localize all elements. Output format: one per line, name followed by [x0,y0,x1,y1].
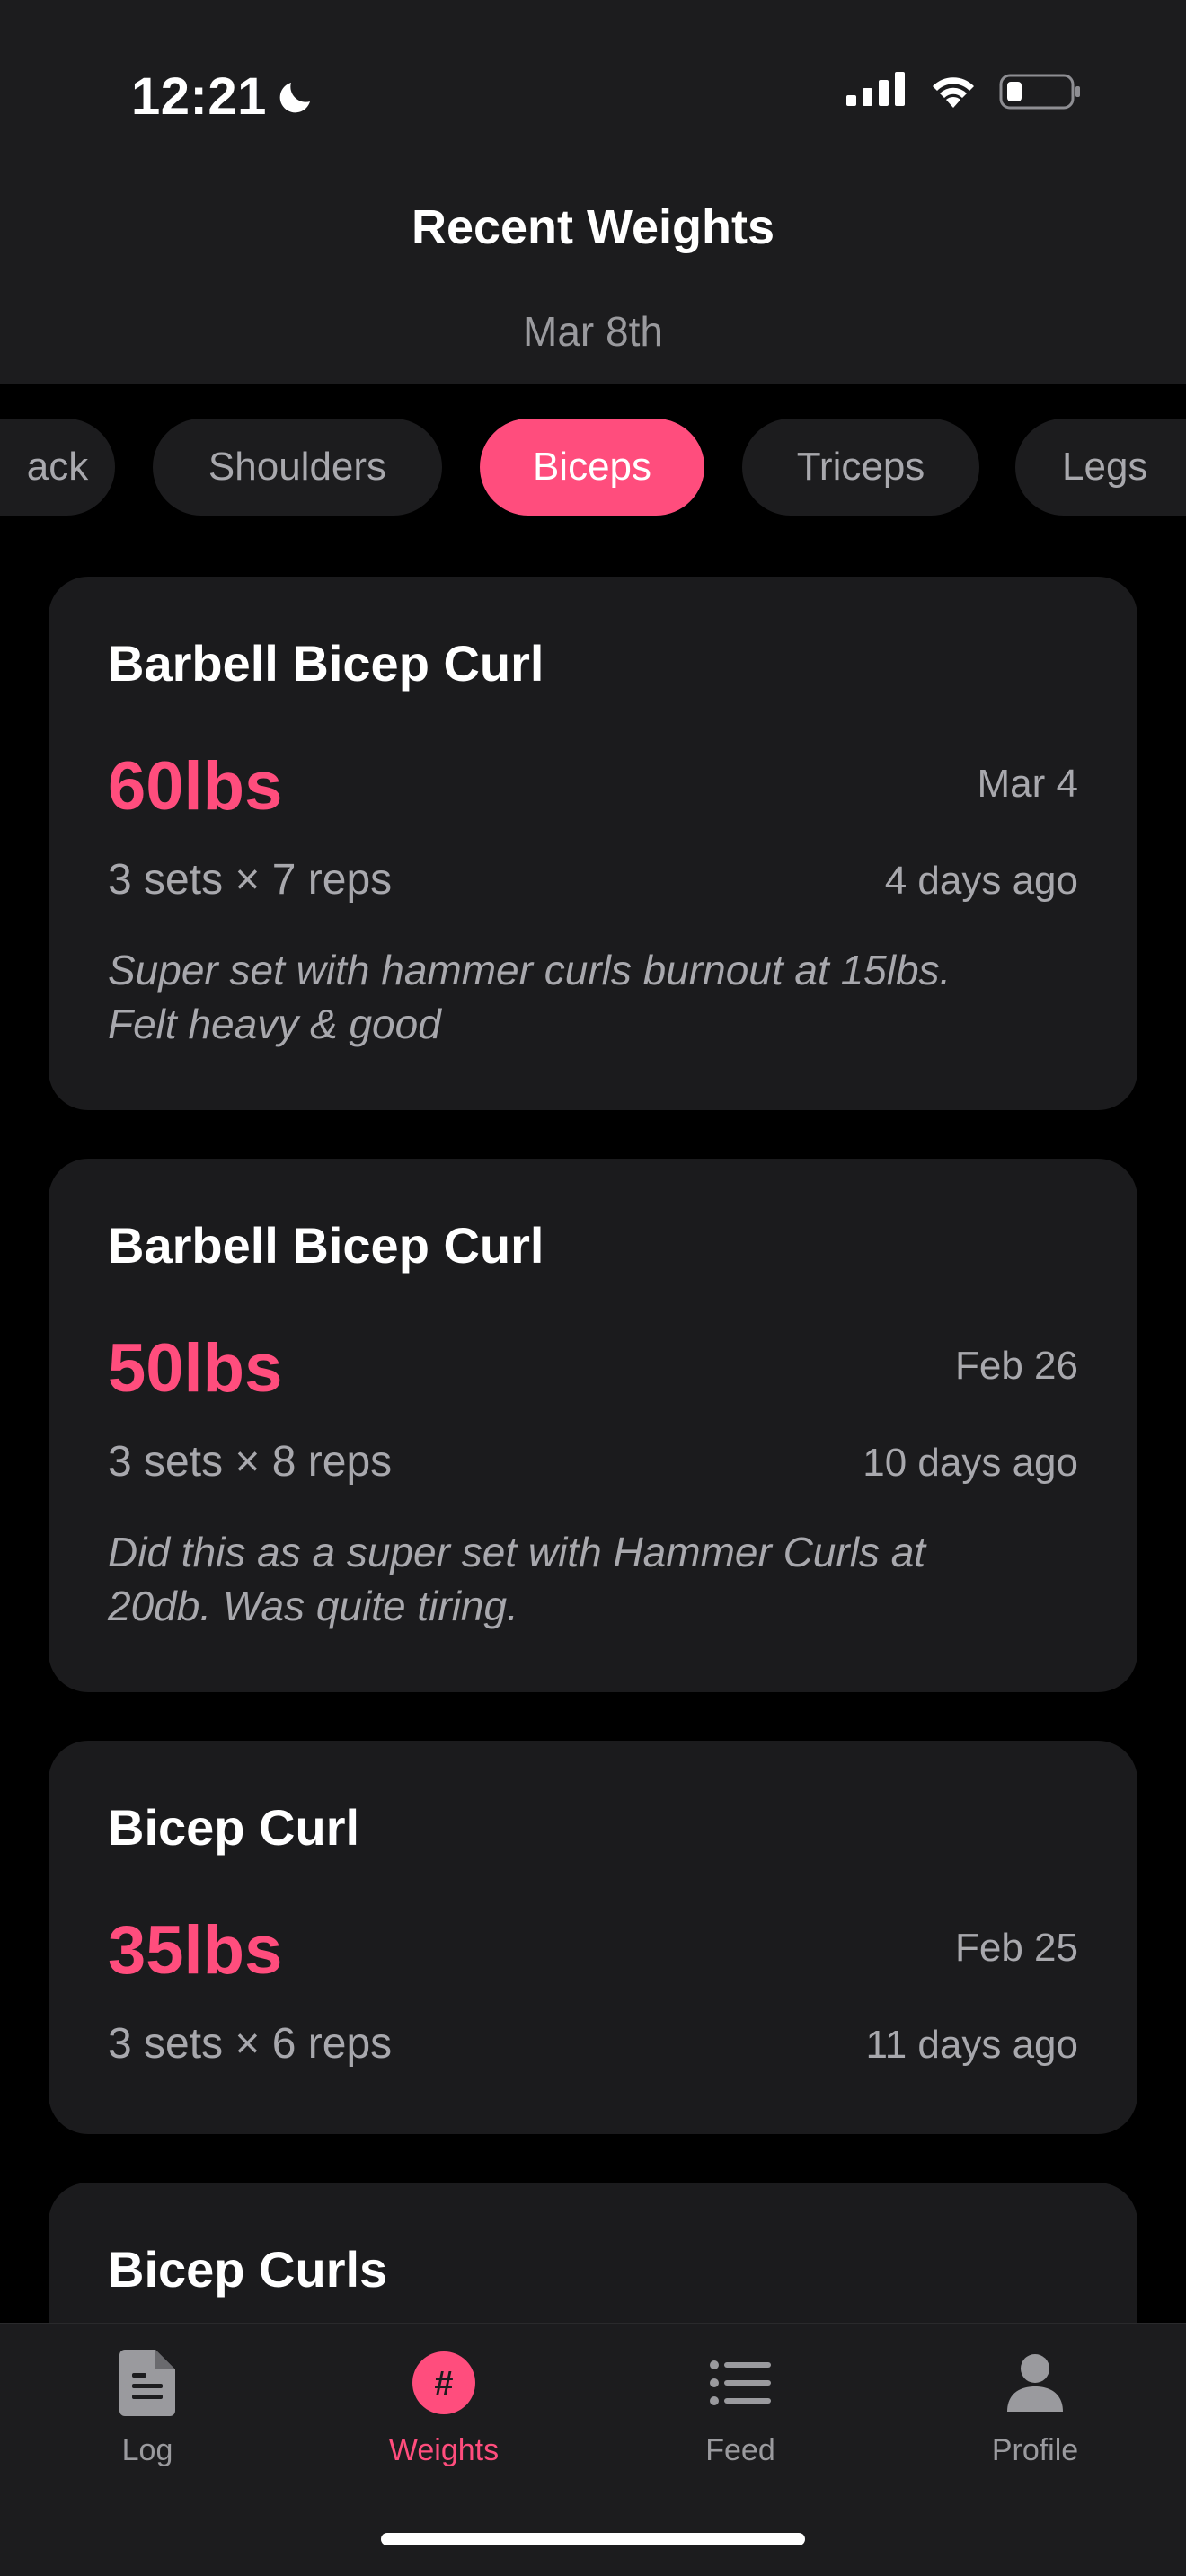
chip-shoulders[interactable]: Shoulders [153,419,442,516]
entry-date: Feb 26 [955,1344,1078,1388]
cellular-signal-icon [846,72,905,106]
entry-date: Feb 25 [955,1926,1078,1970]
sets-reps: 3 sets × 6 reps [108,2020,393,2068]
weight-entry-card[interactable]: Barbell Bicep Curl 50lbs Feb 26 3 sets ×… [49,1159,1137,1692]
note-line: Felt heavy & good [108,1001,441,1047]
battery-icon [999,74,1080,110]
entry-note: Super set with hammer curls burnout at 1… [108,943,1078,1051]
tab-label: Feed [705,2433,775,2467]
muscle-filter-chips: ack Shoulders Biceps Triceps Legs [0,419,1186,516]
weight-entry-card[interactable]: Bicep Curl 35lbs Feb 25 3 sets × 6 reps … [49,1741,1137,2134]
tab-label: Weights [388,2433,500,2467]
tab-log[interactable]: Log [40,2345,255,2468]
document-icon [110,2345,185,2421]
exercise-name: Barbell Bicep Curl [108,635,544,692]
tab-label: Log [121,2433,173,2467]
wifi-icon [933,77,974,108]
relative-time: 4 days ago [884,859,1078,903]
time-label: 12:21 [131,67,267,126]
tab-label: Profile [991,2433,1079,2467]
status-icons [846,72,1082,111]
moon-icon [279,82,310,112]
relative-time: 10 days ago [863,1441,1078,1485]
status-time: 12:21 [131,66,317,127]
weight-value: 50lbs [108,1330,283,1407]
chip-label: Shoulders [208,445,387,489]
sets-reps: 3 sets × 7 reps [108,856,393,904]
tab-weights[interactable]: # Weights [336,2345,552,2468]
hash-icon: # [406,2345,482,2421]
page-date: Mar 8th [523,308,663,355]
screen: 12:21 Recent Weights Mar 8th ack Shoulde… [0,0,1186,2576]
svg-text:#: # [434,2365,453,2403]
weight-value: 60lbs [108,748,283,825]
person-icon [997,2345,1073,2421]
list-icon [703,2345,778,2421]
exercise-name: Barbell Bicep Curl [108,1217,544,1274]
note-line: Super set with hammer curls burnout at 1… [108,947,951,993]
relative-time: 11 days ago [865,2023,1078,2067]
weight-value: 35lbs [108,1912,283,1989]
weight-entry-card[interactable]: Barbell Bicep Curl 60lbs Mar 4 3 sets × … [49,577,1137,1110]
entry-date: Mar 4 [977,762,1078,806]
exercise-name: Bicep Curls [108,2241,388,2298]
page-title: Recent Weights [411,200,775,254]
home-indicator[interactable] [381,2533,805,2545]
chip-label: Legs [1062,445,1148,489]
exercise-name: Bicep Curl [108,1799,360,1856]
note-line: Did this as a super set with Hammer Curl… [108,1529,926,1575]
chip-legs[interactable]: Legs [1015,419,1186,516]
sets-reps: 3 sets × 8 reps [108,1438,393,1486]
tab-profile[interactable]: Profile [927,2345,1143,2468]
chip-label: Biceps [532,445,652,489]
note-line: 20db. Was quite tiring. [108,1583,518,1629]
chip-biceps[interactable]: Biceps [480,419,704,516]
chip-label: Triceps [796,445,925,489]
chip-label: ack [26,445,89,489]
chip-back[interactable]: ack [0,419,115,516]
header: 12:21 Recent Weights Mar 8th [0,0,1186,384]
tab-feed[interactable]: Feed [633,2345,848,2468]
entry-note: Did this as a super set with Hammer Curl… [108,1525,1078,1633]
chip-triceps[interactable]: Triceps [742,419,979,516]
